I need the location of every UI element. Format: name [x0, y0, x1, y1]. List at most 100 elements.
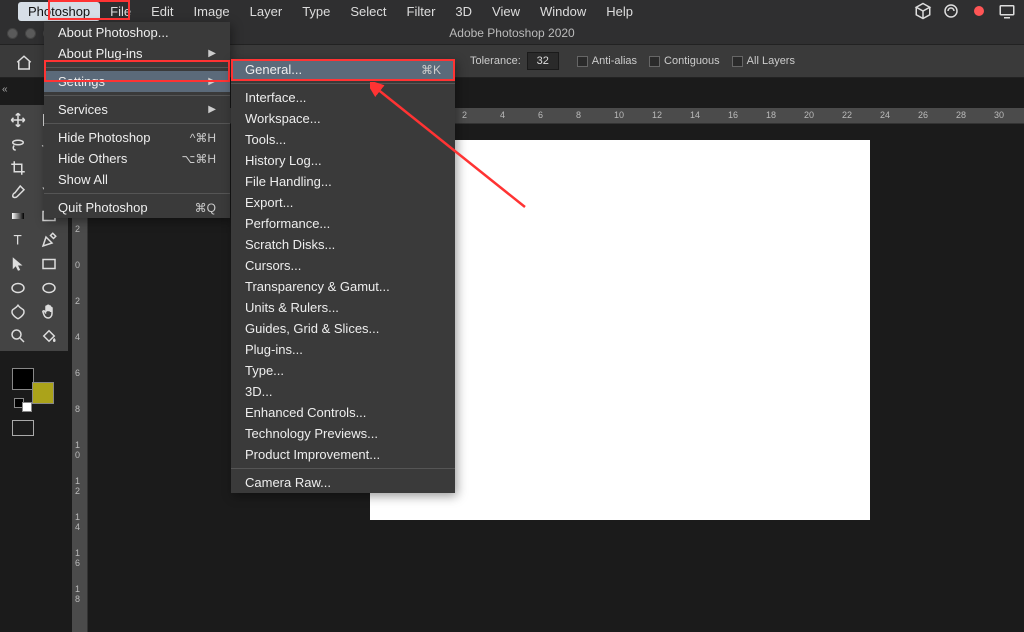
menu-photoshop[interactable]: Photoshop	[18, 2, 100, 21]
photoshop-menu-item-hide-photoshop[interactable]: Hide Photoshop^⌘H	[44, 127, 230, 148]
menu-filter[interactable]: Filter	[397, 2, 446, 21]
ruler-h-tick: 22	[842, 110, 852, 120]
tool-hand[interactable]	[35, 301, 63, 323]
color-swatches	[4, 368, 64, 414]
settings-menu-item-units-rulers[interactable]: Units & Rulers...	[231, 297, 455, 318]
settings-menu-item-file-handling[interactable]: File Handling...	[231, 171, 455, 192]
tool-crop[interactable]	[4, 157, 32, 179]
contiguous-checkbox[interactable]: Contiguous	[649, 55, 720, 67]
menu-item-label: Quit Photoshop	[58, 200, 148, 215]
tool-move[interactable]	[4, 109, 32, 131]
tool-type[interactable]: T	[4, 229, 32, 251]
photoshop-menu-item-show-all[interactable]: Show All	[44, 169, 230, 190]
menu-window[interactable]: Window	[530, 2, 596, 21]
collapse-tab-icon[interactable]: «	[2, 84, 8, 95]
menu-layer[interactable]: Layer	[240, 2, 293, 21]
tool-paint-bucket[interactable]	[35, 325, 63, 347]
tool-path-select[interactable]	[4, 253, 32, 275]
settings-menu-item-plug-ins[interactable]: Plug-ins...	[231, 339, 455, 360]
antialias-checkbox[interactable]: Anti-alias	[577, 55, 637, 67]
submenu-arrow-icon: ▶	[208, 76, 216, 87]
tool-brush[interactable]	[4, 181, 32, 203]
foreground-color-swatch[interactable]	[12, 368, 34, 390]
tool-custom-shape[interactable]	[4, 301, 32, 323]
settings-menu-item-guides-grid-slices[interactable]: Guides, Grid & Slices...	[231, 318, 455, 339]
menu-edit[interactable]: Edit	[141, 2, 183, 21]
menu-item-label: Plug-ins...	[245, 342, 303, 357]
menu-item-label: Technology Previews...	[245, 426, 378, 441]
menu-item-label: Performance...	[245, 216, 330, 231]
settings-menu-item-type[interactable]: Type...	[231, 360, 455, 381]
menu-item-label: 3D...	[245, 384, 272, 399]
screen-mode-button[interactable]	[12, 420, 34, 436]
menu-separator	[231, 83, 455, 84]
photoshop-menu-dropdown: About Photoshop...About Plug-ins▶ Setting…	[44, 22, 230, 218]
ruler-h-tick: 12	[652, 110, 662, 120]
menu-select[interactable]: Select	[340, 2, 396, 21]
tolerance-input[interactable]	[527, 52, 559, 70]
menu-item-label: Guides, Grid & Slices...	[245, 321, 379, 336]
status-dot-icon	[970, 4, 988, 18]
tool-rectangle-shape[interactable]	[35, 253, 63, 275]
menu-item-label: Camera Raw...	[245, 475, 331, 490]
settings-menu-item-tools[interactable]: Tools...	[231, 129, 455, 150]
ruler-h-tick: 16	[728, 110, 738, 120]
settings-menu-item-interface[interactable]: Interface...	[231, 87, 455, 108]
ruler-h-tick: 24	[880, 110, 890, 120]
settings-menu-item-general[interactable]: General...⌘K	[231, 59, 455, 80]
menu-help[interactable]: Help	[596, 2, 643, 21]
photoshop-menu-item-about-photoshop[interactable]: About Photoshop...	[44, 22, 230, 43]
settings-menu-item-workspace[interactable]: Workspace...	[231, 108, 455, 129]
menu-type[interactable]: Type	[292, 2, 340, 21]
photoshop-menu-item-hide-others[interactable]: Hide Others⌥⌘H	[44, 148, 230, 169]
tool-ellipse[interactable]	[4, 277, 32, 299]
tool-gradient[interactable]	[4, 205, 32, 227]
tool-zoom[interactable]	[4, 325, 32, 347]
photoshop-menu-item-settings[interactable]: Settings▶	[44, 71, 230, 92]
settings-menu-item-camera-raw[interactable]: Camera Raw...	[231, 472, 455, 493]
home-button[interactable]	[14, 54, 34, 75]
ruler-v-tick: 1 6	[75, 548, 87, 568]
tool-lasso[interactable]	[4, 133, 32, 155]
minimize-window-dot[interactable]	[25, 28, 36, 39]
settings-menu-item-d[interactable]: 3D...	[231, 381, 455, 402]
menu-item-label: Export...	[245, 195, 293, 210]
menu-view[interactable]: View	[482, 2, 530, 21]
photoshop-menu-item-services[interactable]: Services▶	[44, 99, 230, 120]
ruler-h-tick: 26	[918, 110, 928, 120]
background-color-swatch[interactable]	[32, 382, 54, 404]
settings-menu-item-export[interactable]: Export...	[231, 192, 455, 213]
settings-menu-item-cursors[interactable]: Cursors...	[231, 255, 455, 276]
tolerance-label: Tolerance:	[470, 55, 521, 67]
menu-separator	[44, 95, 230, 96]
tool-pen[interactable]	[35, 229, 63, 251]
ruler-v-tick: 8	[75, 404, 80, 414]
settings-submenu-dropdown: General...⌘K Interface...Workspace...Tool…	[231, 59, 455, 493]
settings-menu-item-technology-previews[interactable]: Technology Previews...	[231, 423, 455, 444]
all-layers-checkbox[interactable]: All Layers	[732, 55, 795, 67]
cloud-sync-icon[interactable]	[942, 4, 960, 18]
settings-menu-item-transparency-gamut[interactable]: Transparency & Gamut...	[231, 276, 455, 297]
menu-file[interactable]: File	[100, 2, 141, 21]
menu-image[interactable]: Image	[184, 2, 240, 21]
submenu-arrow-icon: ▶	[208, 48, 216, 59]
ruler-h-tick: 18	[766, 110, 776, 120]
menu-item-label: Cursors...	[245, 258, 301, 273]
settings-menu-item-history-log[interactable]: History Log...	[231, 150, 455, 171]
cube-icon[interactable]	[914, 4, 932, 18]
settings-menu-item-scratch-disks[interactable]: Scratch Disks...	[231, 234, 455, 255]
display-icon[interactable]	[998, 4, 1016, 18]
settings-menu-item-enhanced-controls[interactable]: Enhanced Controls...	[231, 402, 455, 423]
menu-separator	[44, 123, 230, 124]
menu-3d[interactable]: 3D	[445, 2, 482, 21]
settings-menu-item-performance[interactable]: Performance...	[231, 213, 455, 234]
tool-ellipse-shape[interactable]	[35, 277, 63, 299]
settings-menu-item-product-improvement[interactable]: Product Improvement...	[231, 444, 455, 465]
menu-item-label: General...	[245, 62, 302, 77]
photoshop-menu-item-quit-photoshop[interactable]: Quit Photoshop⌘Q	[44, 197, 230, 218]
close-window-dot[interactable]	[7, 28, 18, 39]
menu-item-label: Hide Photoshop	[58, 130, 151, 145]
menu-item-label: Type...	[245, 363, 284, 378]
photoshop-menu-item-about-plug-ins[interactable]: About Plug-ins▶	[44, 43, 230, 64]
ruler-v-tick: 6	[75, 368, 80, 378]
